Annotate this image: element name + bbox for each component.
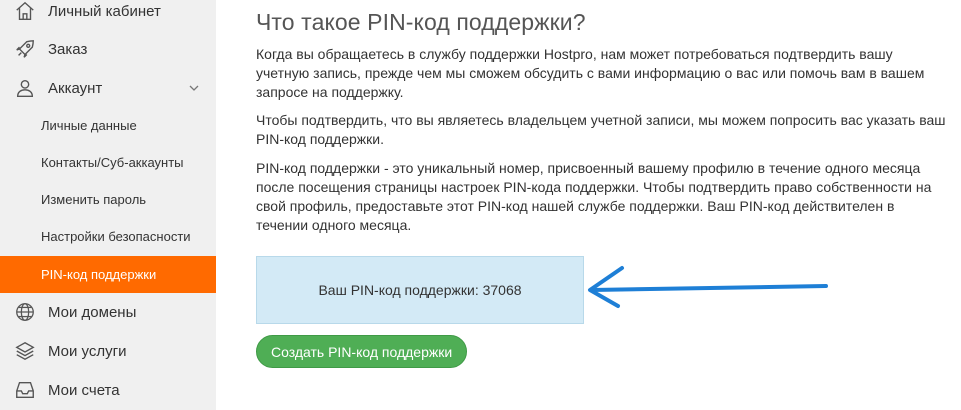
sidebar-subitem-label: Изменить пароль — [41, 192, 147, 207]
sidebar-item-label: Личный кабинет — [48, 2, 161, 20]
arrow-annotation-icon — [588, 266, 828, 308]
home-icon — [16, 1, 34, 20]
chevron-down-icon[interactable] — [188, 82, 200, 94]
page-title: Что такое PIN-код поддержки? — [256, 9, 586, 35]
sidebar-item-label: Мои услуги — [48, 342, 127, 360]
main-content: Что такое PIN-код поддержки? Когда вы об… — [256, 0, 946, 410]
sidebar: Личный кабинет Заказ Аккаунт Личные данн… — [0, 0, 216, 410]
sidebar-subitem-label: Настройки безопасности — [41, 229, 191, 244]
pin-code-box: Ваш PIN-код поддержки: 37068 — [256, 256, 584, 324]
paragraph-verify: Чтобы подтвердить, что вы являетесь влад… — [256, 112, 946, 147]
paragraph-intro: Когда вы обращаетесь в службу поддержки … — [256, 46, 925, 100]
sidebar-subitem-contacts[interactable]: Контакты/Суб-аккаунты — [0, 144, 216, 181]
sidebar-item-my-invoices[interactable]: Мои счета — [0, 371, 216, 409]
create-pin-button[interactable]: Создать PIN-код поддержки — [256, 335, 468, 368]
sidebar-item-label: Аккаунт — [48, 79, 103, 97]
sidebar-item-label: Заказ — [48, 40, 88, 58]
pin-code-text: Ваш PIN-код поддержки: 37068 — [318, 282, 522, 298]
sidebar-item-my-services[interactable]: Мои услуги — [0, 332, 216, 370]
paragraph-pin-description: PIN-код поддержки - это уникальный номер… — [256, 160, 932, 233]
rocket-icon — [16, 40, 34, 58]
sidebar-subitem-support-pin[interactable]: PIN-код поддержки — [0, 256, 216, 293]
sidebar-subitem-label: Личные данные — [41, 118, 137, 133]
inbox-icon — [16, 381, 34, 399]
sidebar-item-personal-cabinet[interactable]: Личный кабинет — [0, 0, 216, 30]
globe-icon — [16, 303, 34, 321]
sidebar-item-label: Мои счета — [48, 381, 120, 399]
sidebar-subitem-change-password[interactable]: Изменить пароль — [0, 181, 216, 218]
sidebar-subitem-label: PIN-код поддержки — [41, 267, 157, 282]
sidebar-subitem-personal-data[interactable]: Личные данные — [0, 107, 216, 144]
sidebar-item-my-domains[interactable]: Мои домены — [0, 293, 216, 331]
user-icon — [16, 79, 34, 97]
sidebar-item-account[interactable]: Аккаунт — [0, 69, 216, 107]
sidebar-item-label: Мои домены — [48, 303, 137, 321]
sidebar-item-order[interactable]: Заказ — [0, 30, 216, 68]
sidebar-subitem-label: Контакты/Суб-аккаунты — [41, 155, 184, 170]
sidebar-subitem-security-settings[interactable]: Настройки безопасности — [0, 218, 216, 255]
layers-icon — [15, 341, 35, 361]
